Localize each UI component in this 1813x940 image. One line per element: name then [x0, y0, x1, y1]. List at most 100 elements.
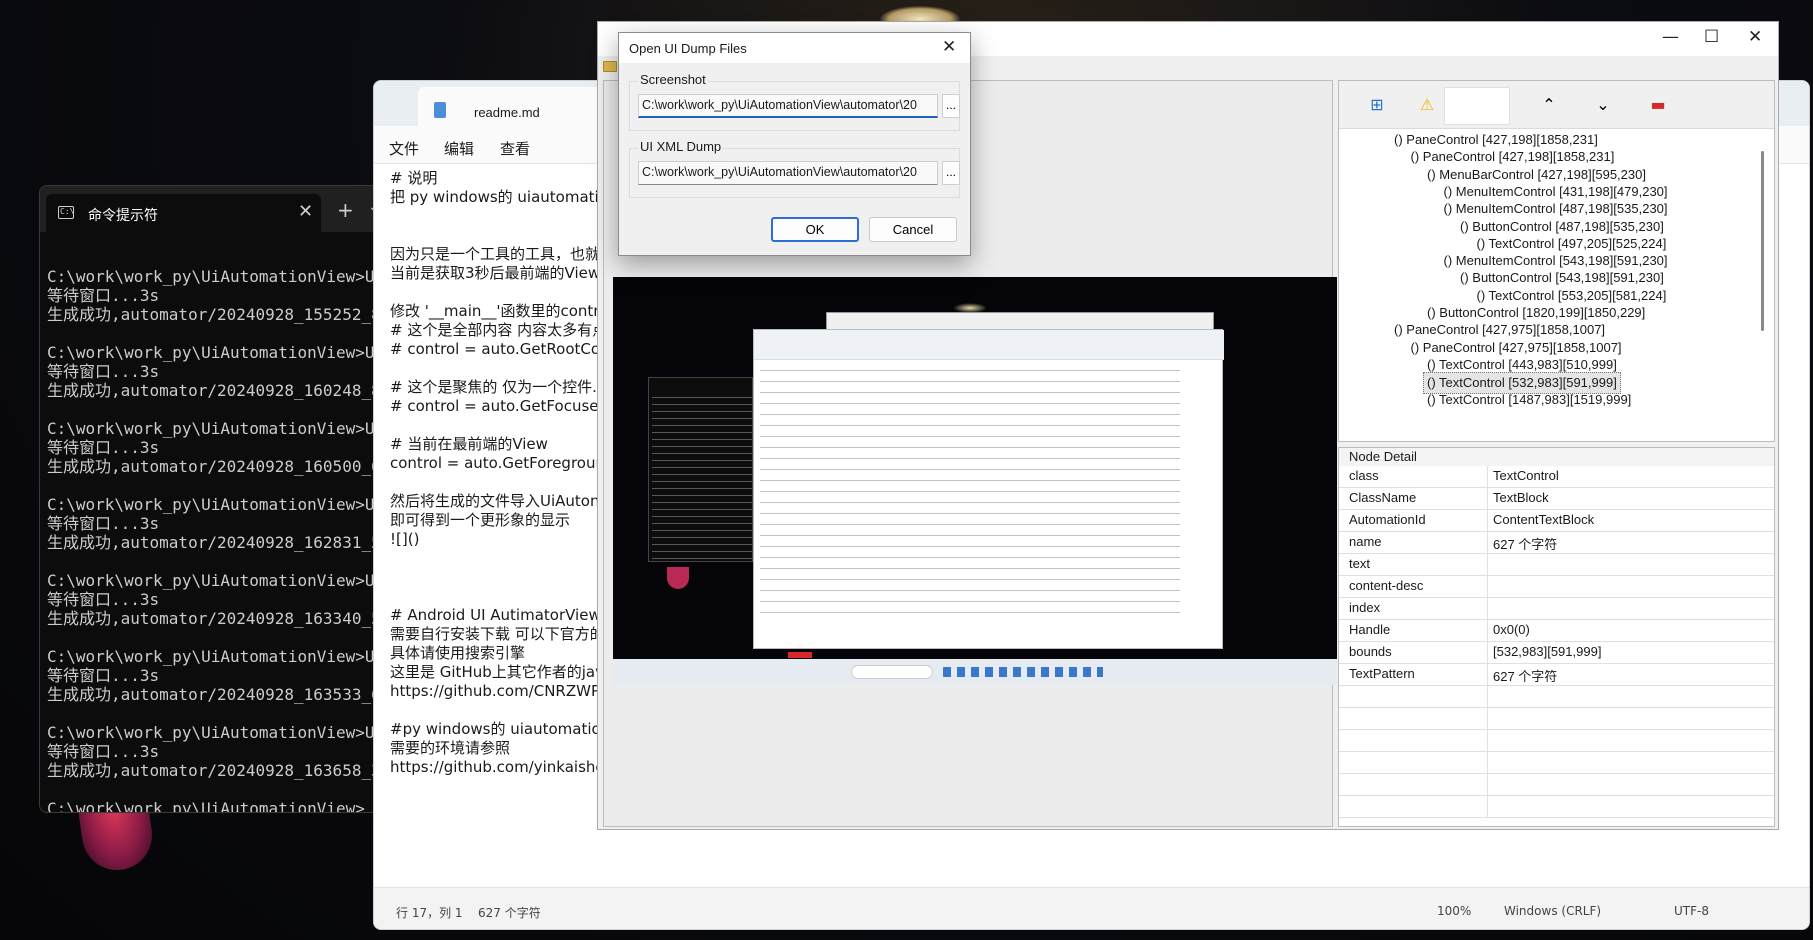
- xml-label: UI XML Dump: [638, 139, 724, 154]
- status-zoom[interactable]: 100%: [1437, 904, 1471, 918]
- xml-browse-button[interactable]: ...: [942, 161, 960, 185]
- terminal-line: 等待窗口...3s: [47, 590, 160, 609]
- detail-key: content-desc: [1349, 578, 1424, 593]
- terminal-window: C:\ 命令提示符 ✕ + ⌄ C:\work\work_py\UiAutoma…: [39, 185, 379, 813]
- terminal-tabbar: C:\ 命令提示符 ✕ + ⌄: [40, 186, 378, 232]
- detail-value: 627 个字符: [1493, 537, 1558, 552]
- new-tab-icon[interactable]: +: [337, 198, 354, 222]
- ok-button[interactable]: OK: [771, 217, 859, 242]
- detail-row[interactable]: AutomationId ContentTextBlock: [1339, 510, 1774, 532]
- detail-divider: [1487, 576, 1488, 597]
- detail-row[interactable]: Handle 0x0(0): [1339, 620, 1774, 642]
- tree-node[interactable]: () TextControl [1487,983][1519,999]: [1427, 390, 1631, 410]
- terminal-line: C:\work\work_py\UiAutomationView>UiAu: [47, 495, 379, 514]
- up-arrow-icon[interactable]: ⌃: [1537, 93, 1561, 117]
- terminal-line: C:\work\work_py\UiAutomationView>UiAu: [47, 647, 379, 666]
- notepad-tab[interactable]: readme.md: [418, 87, 618, 126]
- detail-row[interactable]: [1339, 708, 1774, 730]
- screenshot-label: Screenshot: [638, 72, 708, 87]
- terminal-line: C:\work\work_py\UiAutomationView>UiAu: [47, 723, 379, 742]
- detail-key: class: [1349, 468, 1379, 483]
- detail-value: TextBlock: [1493, 490, 1549, 505]
- expand-icon[interactable]: ⊞: [1365, 93, 1389, 117]
- detail-divider: [1487, 708, 1488, 729]
- detail-row[interactable]: content-desc: [1339, 576, 1774, 598]
- terminal-line: 等待窗口...3s: [47, 362, 160, 381]
- open-folder-icon[interactable]: [603, 61, 617, 72]
- tree-toolbar: ⊞ ⚠ ⌃ ⌄ ▬: [1339, 81, 1774, 129]
- terminal-icon: C:\: [58, 206, 74, 219]
- detail-row[interactable]: bounds [532,983][591,999]: [1339, 642, 1774, 664]
- detail-key: TextPattern: [1349, 666, 1415, 681]
- toolbar-blank-button[interactable]: [1444, 87, 1510, 125]
- detail-key: ClassName: [1349, 490, 1417, 505]
- detail-value: [532,983][591,999]: [1493, 644, 1602, 659]
- detail-row[interactable]: [1339, 686, 1774, 708]
- detail-divider: [1487, 532, 1488, 553]
- terminal-line: 生成成功,automator/20240928_163340_5:: [47, 609, 379, 628]
- terminal-line: 生成成功,automator/20240928_162831_5:: [47, 533, 379, 552]
- detail-row[interactable]: [1339, 730, 1774, 752]
- screenshot-browse-button[interactable]: ...: [942, 94, 960, 118]
- node-detail-table: class TextControl ClassName TextBlock Automa…: [1339, 466, 1774, 818]
- screenshot-notepad-text: [760, 364, 1180, 614]
- detail-row[interactable]: [1339, 752, 1774, 774]
- screenshot-highlight: [788, 652, 812, 658]
- detail-key: bounds: [1349, 644, 1392, 659]
- terminal-line: 生成成功,automator/20240928_160500_6:: [47, 457, 379, 476]
- terminal-line: C:\work\work_py\UiAutomationView>: [47, 799, 365, 813]
- detail-row[interactable]: ClassName TextBlock: [1339, 488, 1774, 510]
- detail-key: index: [1349, 600, 1381, 615]
- detail-row[interactable]: TextPattern 627 个字符: [1339, 664, 1774, 686]
- terminal-line: 生成成功,automator/20240928_155252_8:: [47, 305, 379, 324]
- xml-path-input[interactable]: C:\work\work_py\UiAutomationView\automat…: [638, 161, 938, 185]
- detail-row[interactable]: name 627 个字符: [1339, 532, 1774, 554]
- detail-row[interactable]: [1339, 796, 1774, 818]
- detail-divider: [1487, 466, 1488, 487]
- screenshot-image[interactable]: [613, 277, 1337, 685]
- close-tab-icon[interactable]: ✕: [298, 201, 313, 222]
- tree-scrollbar[interactable]: [1761, 151, 1764, 331]
- detail-key: name: [1349, 534, 1382, 549]
- terminal-line: C:\work\work_py\UiAutomationView>UiAu: [47, 343, 379, 362]
- terminal-line: 等待窗口...3s: [47, 286, 160, 305]
- detail-row[interactable]: text: [1339, 554, 1774, 576]
- close-icon[interactable]: ✕: [1748, 27, 1762, 47]
- notepad-icon: [434, 102, 446, 118]
- detail-row[interactable]: [1339, 774, 1774, 796]
- screenshot-path-input[interactable]: C:\work\work_py\UiAutomationView\automat…: [638, 94, 938, 118]
- status-line-ending[interactable]: Windows (CRLF): [1504, 904, 1601, 918]
- detail-row[interactable]: index: [1339, 598, 1774, 620]
- dialog-close-icon[interactable]: ✕: [942, 37, 956, 57]
- detail-row[interactable]: class TextControl: [1339, 466, 1774, 488]
- menu-edit[interactable]: 编辑: [444, 138, 474, 159]
- menu-file[interactable]: 文件: [389, 138, 419, 159]
- screenshot-taskbar-icons: [943, 667, 1103, 677]
- terminal-tab-title: 命令提示符: [88, 208, 158, 224]
- screenshot-group: Screenshot C:\work\work_py\UiAutomationV…: [629, 72, 960, 131]
- cancel-button[interactable]: Cancel: [869, 217, 957, 242]
- remove-icon[interactable]: ▬: [1646, 93, 1670, 117]
- dialog-titlebar: Open UI Dump Files ✕: [619, 33, 970, 63]
- screenshot-search: [851, 665, 933, 679]
- terminal-line: 等待窗口...3s: [47, 742, 160, 761]
- menu-view[interactable]: 查看: [500, 138, 530, 159]
- node-tree[interactable]: () PaneControl [427,198][1858,231]() Pan…: [1344, 130, 1756, 436]
- status-encoding[interactable]: UTF-8: [1674, 904, 1709, 918]
- screenshot-terminal-lines: [652, 394, 752, 559]
- notepad-tab-title: readme.md: [474, 105, 540, 120]
- detail-key: Handle: [1349, 622, 1391, 637]
- terminal-tab[interactable]: C:\ 命令提示符 ✕: [46, 194, 321, 232]
- detail-divider: [1487, 510, 1488, 531]
- detail-divider: [1487, 488, 1488, 509]
- status-chars: 627 个字符: [478, 906, 541, 920]
- terminal-line: 生成成功,automator/20240928_160248_8:: [47, 381, 379, 400]
- warning-icon[interactable]: ⚠: [1415, 93, 1439, 117]
- terminal-output[interactable]: C:\work\work_py\UiAutomationView>UiAu 等待窗…: [47, 248, 379, 813]
- down-arrow-icon[interactable]: ⌄: [1591, 93, 1615, 117]
- detail-divider: [1487, 774, 1488, 795]
- minimize-icon[interactable]: —: [1662, 27, 1679, 47]
- maximize-icon[interactable]: ☐: [1704, 27, 1719, 47]
